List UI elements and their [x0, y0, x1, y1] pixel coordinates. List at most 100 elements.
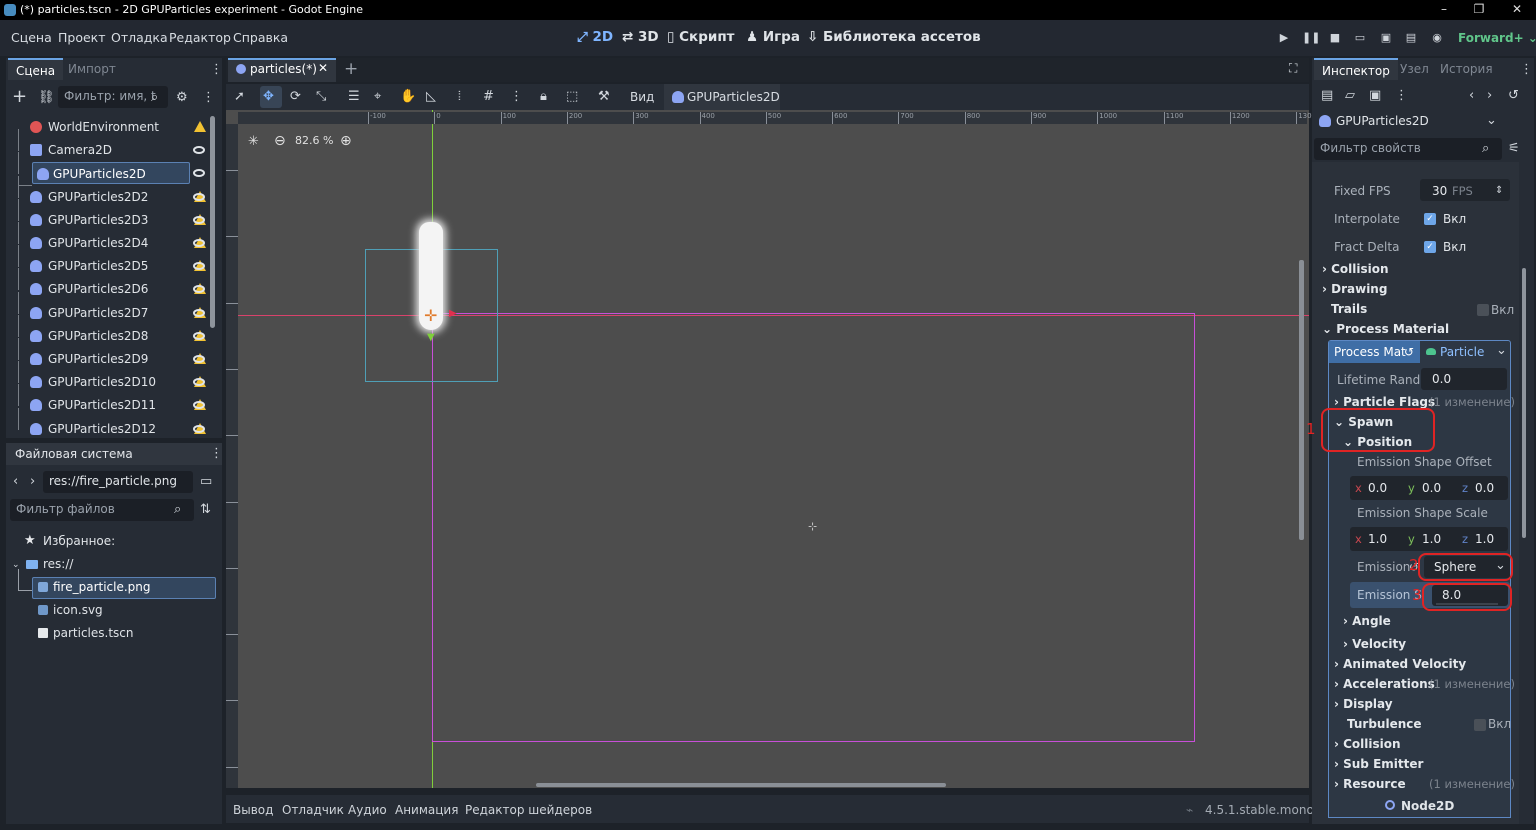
history-forward-icon[interactable]: › [1487, 88, 1492, 104]
maximize-button[interactable]: ❐ [1469, 2, 1489, 18]
history-back-icon[interactable]: ‹ [1469, 88, 1474, 104]
zoom-reset-icon[interactable]: ✳ [248, 134, 259, 149]
tab-node[interactable]: Узел [1392, 58, 1437, 80]
scene-tree-item[interactable]: GPUParticles2D4 [16, 232, 188, 254]
turbulence-checkbox[interactable] [1474, 719, 1486, 731]
horizontal-scrollbar[interactable] [536, 783, 946, 787]
node2d-footer-label[interactable]: Node2D [1401, 799, 1454, 813]
scene-tree-item[interactable]: Camera2D [16, 139, 188, 161]
property-options-icon[interactable]: ⚟ [1508, 141, 1520, 157]
open-resource-icon[interactable]: ▱ [1345, 88, 1355, 104]
visibility-eye-icon[interactable] [193, 355, 205, 363]
x-arrow-icon[interactable]: ▶ [449, 308, 457, 319]
visibility-eye-icon[interactable] [193, 331, 205, 340]
canvas-viewport[interactable]: ✛ ▶ ▼ ⊹ ✳ ⊖ 82.6 % ⊕ [226, 110, 1309, 788]
bottom-tab-audio[interactable]: Аудио [348, 803, 387, 817]
list-select-icon[interactable]: ☰ [348, 89, 360, 105]
section-collision[interactable]: › Collision [1322, 262, 1389, 276]
inspected-object[interactable]: GPUParticles2D [1336, 114, 1429, 128]
chevron-down-icon[interactable]: ⌄ [1486, 113, 1497, 129]
main-screen-2d[interactable]: ⤢ 2D [577, 29, 613, 45]
add-node-icon[interactable]: + [12, 88, 27, 106]
resource-menu-icon[interactable]: ⋮ [1395, 88, 1408, 104]
pause-icon[interactable]: ❚❚ [1302, 31, 1320, 45]
dock-menu-icon[interactable]: ⋮ [1520, 62, 1533, 78]
offset-x[interactable]: 0.0 [1368, 481, 1387, 495]
pivot-gizmo-icon[interactable]: ✛ [424, 306, 437, 325]
interpolate-checkbox[interactable]: ✓ [1424, 213, 1436, 225]
sort-icon[interactable]: ⇅ [200, 502, 211, 518]
scene-tree-item[interactable]: GPUParticles2D5 [16, 255, 188, 277]
play-icon[interactable]: ▶ [1277, 31, 1291, 45]
new-resource-icon[interactable]: ▤ [1321, 88, 1333, 104]
visibility-eye-icon[interactable] [193, 192, 205, 201]
scene-tree-item[interactable]: GPUParticles2D8 [16, 325, 188, 347]
scale-x[interactable]: 1.0 [1368, 532, 1387, 546]
section-group[interactable]: › Animated Velocity [1334, 657, 1466, 671]
object-history-icon[interactable]: ↺ [1508, 88, 1519, 104]
play-scene-icon[interactable]: ▣ [1379, 31, 1393, 45]
menu-debug[interactable]: Отладка [111, 30, 168, 45]
play-custom-icon[interactable]: ▤ [1404, 31, 1418, 45]
scene-tree-item[interactable]: GPUParticles2D6 [16, 278, 188, 300]
zoom-in-icon[interactable]: ⊕ [340, 133, 352, 149]
save-resource-icon[interactable]: ▣ [1369, 88, 1381, 104]
section-group[interactable]: › Velocity [1343, 637, 1406, 651]
bone-icon[interactable]: ⚒ [598, 89, 610, 105]
grid-snap-icon[interactable]: # [483, 89, 494, 105]
back-icon[interactable]: ‹ [13, 474, 18, 490]
revert-icon[interactable]: ↺ [1404, 345, 1414, 359]
scene-tree-item[interactable]: GPUParticles2D [32, 162, 190, 185]
bottom-tab-output[interactable]: Вывод [233, 803, 273, 817]
main-screen-game[interactable]: ♟ Игра [746, 29, 800, 45]
view-menu[interactable]: Вид [630, 90, 654, 104]
chevron-down-icon[interactable]: ⌄ [1496, 343, 1507, 359]
section-drawing[interactable]: › Drawing [1322, 282, 1387, 296]
scale-y[interactable]: 1.0 [1422, 532, 1441, 546]
scene-script-icon[interactable]: ⚙ [176, 90, 188, 106]
pan-tool-icon[interactable]: ✋ [400, 89, 416, 105]
select-tool-icon[interactable]: ➚ [234, 89, 245, 105]
section-process-material[interactable]: ⌄ Process Material [1322, 322, 1449, 336]
section-group[interactable]: › Display [1334, 697, 1393, 711]
section-particle-flags[interactable]: › Particle Flags [1334, 395, 1435, 409]
fs-menu-icon[interactable]: ⋮ [210, 446, 223, 462]
scene-scrollbar[interactable] [210, 116, 215, 328]
scene-tree-item[interactable]: GPUParticles2D3 [16, 209, 188, 231]
menu-editor[interactable]: Редактор [169, 30, 231, 45]
main-screen-assetlib[interactable]: ⇩ Библиотека ассетов [807, 29, 981, 45]
scale-tool-icon[interactable]: ⤡ [316, 89, 326, 105]
warning-icon[interactable] [194, 121, 206, 132]
section-group[interactable]: Turbulence [1347, 717, 1422, 731]
scene-tree-item[interactable]: GPUParticles2D7 [16, 302, 188, 324]
y-arrow-icon[interactable]: ▼ [427, 332, 435, 343]
pivot-tool-icon[interactable]: ⌖ [374, 89, 381, 105]
snap-menu-icon[interactable]: ⋮ [510, 89, 523, 105]
link-icon[interactable]: ⛓ [38, 90, 55, 106]
offset-y[interactable]: 0.0 [1422, 481, 1441, 495]
trails-checkbox[interactable] [1477, 304, 1489, 316]
scene-tree-item[interactable]: GPUParticles2D11 [16, 394, 188, 416]
distraction-free-icon[interactable]: ⛶ [1289, 61, 1297, 76]
close-button[interactable]: ✕ [1507, 2, 1527, 18]
menu-scene[interactable]: Сцена [11, 30, 52, 45]
section-group[interactable]: › Angle [1343, 614, 1391, 628]
scene-tree-item[interactable]: GPUParticles2D12 [16, 418, 188, 440]
visibility-eye-icon[interactable] [193, 239, 205, 247]
close-tab-icon[interactable]: ✕ [318, 61, 328, 75]
scene-menu-icon[interactable]: ⋮ [202, 90, 215, 106]
visibility-eye-icon[interactable] [193, 169, 205, 178]
scene-tree-item[interactable]: WorldEnvironment [16, 116, 188, 138]
split-view-icon[interactable]: ▭ [200, 474, 212, 490]
remote-debug-icon[interactable]: ▭ [1353, 31, 1367, 45]
file-item[interactable]: icon.svg [53, 603, 103, 617]
tab-scene[interactable]: Сцена [8, 58, 64, 80]
visibility-eye-icon[interactable] [193, 146, 205, 155]
visibility-eye-icon[interactable] [193, 215, 205, 224]
group-icon[interactable]: ⬚ [566, 89, 578, 105]
offset-z[interactable]: 0.0 [1475, 481, 1494, 495]
scene-tree-item[interactable]: GPUParticles2D10 [16, 371, 188, 393]
zoom-out-icon[interactable]: ⊖ [274, 133, 286, 149]
spin-arrows-icon[interactable]: ⇕ [1495, 183, 1503, 199]
property-filter-input[interactable]: Фильтр свойств [1314, 138, 1502, 160]
